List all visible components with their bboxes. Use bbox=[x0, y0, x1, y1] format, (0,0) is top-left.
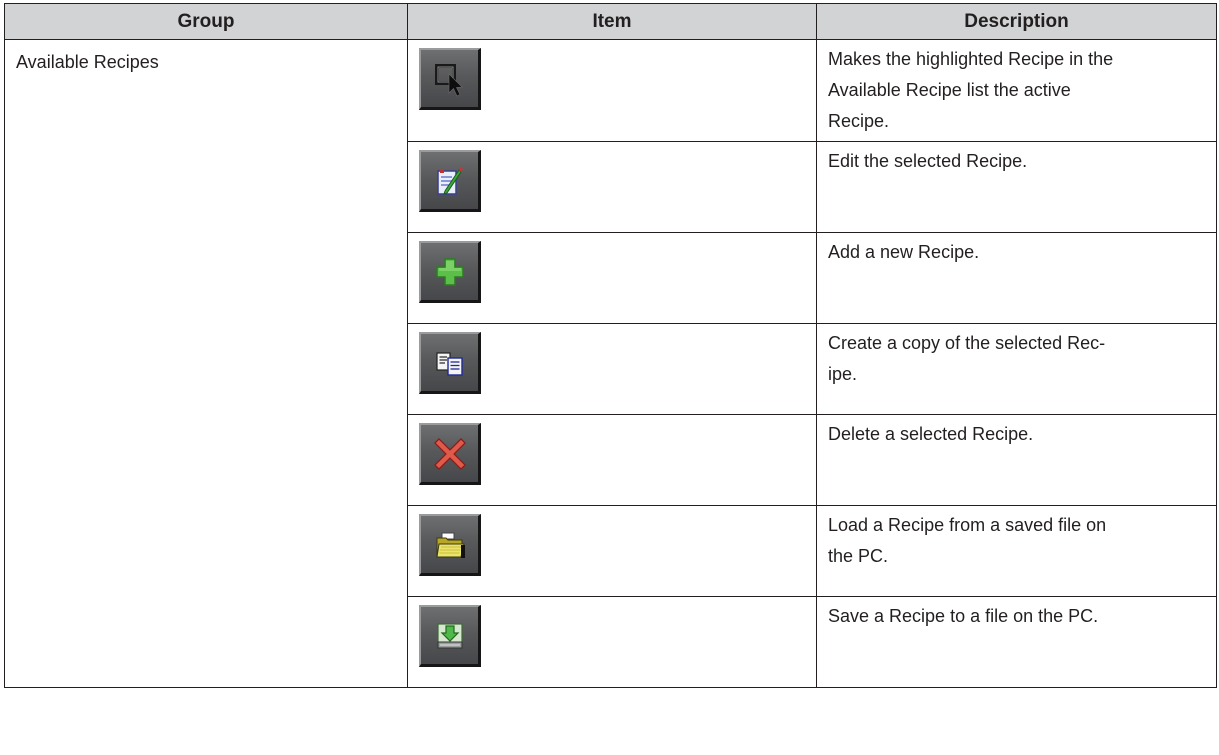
header-item: Item bbox=[407, 3, 817, 40]
add-recipe-button[interactable] bbox=[419, 241, 481, 303]
description-cell: Add a new Recipe. bbox=[816, 232, 1217, 324]
description-line: Add a new Recipe. bbox=[828, 242, 980, 262]
item-cell bbox=[407, 323, 817, 415]
save-download-icon bbox=[436, 622, 463, 648]
description-cell: Load a Recipe from a saved file on the P… bbox=[816, 505, 1217, 597]
description-line: ipe. bbox=[828, 364, 858, 384]
select-cursor-icon bbox=[434, 63, 463, 96]
save-recipe-button[interactable] bbox=[419, 605, 481, 667]
table-header-row: Group Item Description bbox=[4, 3, 1217, 40]
description-cell: Edit the selected Recipe. bbox=[816, 141, 1217, 233]
item-cell bbox=[407, 505, 817, 597]
description-line: Save a Recipe to a file on the PC. bbox=[828, 606, 1099, 626]
description-line: Edit the selected Recipe. bbox=[828, 151, 1028, 171]
copy-documents-icon bbox=[435, 351, 463, 376]
delete-recipe-button[interactable] bbox=[419, 423, 481, 485]
load-recipe-button[interactable] bbox=[419, 514, 481, 576]
description-line: Available Recipe list the active bbox=[828, 80, 1071, 100]
table-row: Available Recipes Makes the highlighted … bbox=[4, 39, 1217, 688]
group-cell: Available Recipes bbox=[4, 39, 408, 688]
item-cell bbox=[407, 39, 817, 142]
item-cell bbox=[407, 596, 817, 688]
item-cell bbox=[407, 232, 817, 324]
description-line: Delete a selected Recipe. bbox=[828, 424, 1034, 444]
item-cell bbox=[407, 141, 817, 233]
edit-pencil-icon bbox=[436, 166, 463, 195]
description-cell: Save a Recipe to a file on the PC. bbox=[816, 596, 1217, 688]
description-cell: Delete a selected Recipe. bbox=[816, 414, 1217, 506]
description-line: Create a copy of the selected Rec- bbox=[828, 333, 1106, 353]
delete-x-icon bbox=[433, 437, 466, 470]
select-recipe-button[interactable] bbox=[419, 48, 481, 110]
description-cell: Create a copy of the selected Rec- ipe. bbox=[816, 323, 1217, 415]
description-line: the PC. bbox=[828, 546, 889, 566]
description-line: Recipe. bbox=[828, 111, 890, 131]
header-description: Description bbox=[816, 3, 1217, 40]
copy-recipe-button[interactable] bbox=[419, 332, 481, 394]
add-plus-icon bbox=[435, 257, 464, 286]
edit-recipe-button[interactable] bbox=[419, 150, 481, 212]
description-line: Load a Recipe from a saved file on bbox=[828, 515, 1107, 535]
group-label: Available Recipes bbox=[16, 52, 159, 72]
item-cell bbox=[407, 414, 817, 506]
open-folder-icon bbox=[435, 532, 465, 558]
recipe-reference-table: Group Item Description Available Recipes bbox=[4, 3, 1217, 688]
description-cell: Makes the highlighted Recipe in the Avai… bbox=[816, 39, 1217, 142]
header-group: Group bbox=[4, 3, 408, 40]
description-line: Makes the highlighted Recipe in the bbox=[828, 49, 1114, 69]
